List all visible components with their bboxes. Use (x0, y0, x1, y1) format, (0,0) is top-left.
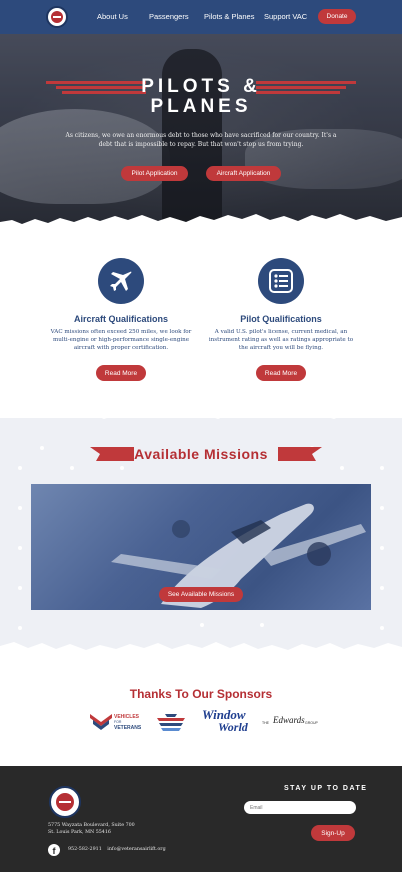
footer (0, 766, 402, 872)
signup-button[interactable]: Sign-Up (311, 825, 355, 841)
airplane-icon (98, 258, 144, 304)
hero-section: PILOTS & PLANES As citizens, we owe an e… (0, 34, 402, 224)
facebook-icon[interactable]: f (48, 844, 60, 856)
sponsor-edwards-post: GROUP (305, 721, 318, 725)
pilot-qualifications-title: Pilot Qualifications (240, 314, 322, 324)
sponsor-vfv-line2: VETERANS (114, 725, 142, 731)
aircraft-qualifications-text: VAC missions often exceed 250 miles, we … (50, 329, 192, 351)
sponsor-edwards-group[interactable]: THE Edwards GROUP (262, 714, 322, 732)
footer-address-line1: 5775 Wayzata Boulevard, Suite 700 (48, 823, 135, 828)
footer-contact: 952-582-2911 info@veteransairlift.org (68, 847, 166, 852)
nav-pilots-planes[interactable]: Pilots & Planes (204, 12, 254, 21)
sponsor-airline-logo[interactable] (155, 712, 187, 734)
stay-up-to-date-heading: STAY UP TO DATE (284, 785, 368, 792)
torn-paper-edge (0, 405, 402, 419)
pilot-read-more-button[interactable]: Read More (256, 365, 306, 381)
nav-passengers[interactable]: Passengers (149, 12, 189, 21)
aircraft-qualifications-title: Aircraft Qualifications (73, 314, 169, 324)
chevron-logo-icon (90, 714, 112, 730)
footer-address: 5775 Wayzata Boulevard, Suite 700 St. Lo… (48, 822, 135, 836)
pilot-qualifications-text: A valid U.S. pilot's license, current me… (208, 329, 354, 351)
aircraft-application-button[interactable]: Aircraft Application (206, 166, 281, 181)
torn-paper-edge (0, 214, 402, 232)
hero-title-line1: PILOTS & (141, 76, 261, 97)
top-nav: About Us Passengers Pilots & Planes Supp… (0, 0, 402, 34)
footer-email[interactable]: info@veteransairlift.org (107, 847, 165, 852)
nav-about-us[interactable]: About Us (97, 12, 128, 21)
sponsor-vfv-for: FOR (114, 720, 122, 724)
footer-phone[interactable]: 952-582-2911 (68, 847, 102, 852)
donate-button[interactable]: Donate (318, 9, 356, 24)
sponsors-title: Thanks To Our Sponsors (129, 687, 273, 701)
footer-address-line2: St. Louis Park, MN 55416 (48, 830, 111, 835)
checklist-icon (258, 258, 304, 304)
see-available-missions-button[interactable]: See Available Missions (159, 587, 243, 602)
hero-title-line2: PLANES (150, 96, 252, 117)
sponsor-edwards-script: Edwards (273, 715, 305, 725)
pilot-application-button[interactable]: Pilot Application (121, 166, 188, 181)
sponsor-window-world-line2: World (218, 720, 248, 734)
airline-logo-icon (157, 714, 185, 731)
newsletter-email-input[interactable] (244, 801, 356, 814)
hero-description: As citizens, we owe an enormous debt to … (65, 132, 337, 148)
nav-support-vac[interactable]: Support VAC (264, 12, 307, 21)
sponsor-window-world[interactable]: Window World (202, 707, 260, 735)
aircraft-read-more-button[interactable]: Read More (96, 365, 146, 381)
sponsor-edwards-pre: THE (262, 721, 269, 725)
torn-paper-edge (0, 642, 402, 658)
sponsor-vehicles-for-veterans[interactable]: VEHICLES FOR VETERANS (90, 710, 142, 734)
available-missions-title: Available Missions (134, 446, 268, 462)
footer-vac-logo[interactable] (49, 786, 81, 818)
vac-logo[interactable] (46, 6, 68, 28)
